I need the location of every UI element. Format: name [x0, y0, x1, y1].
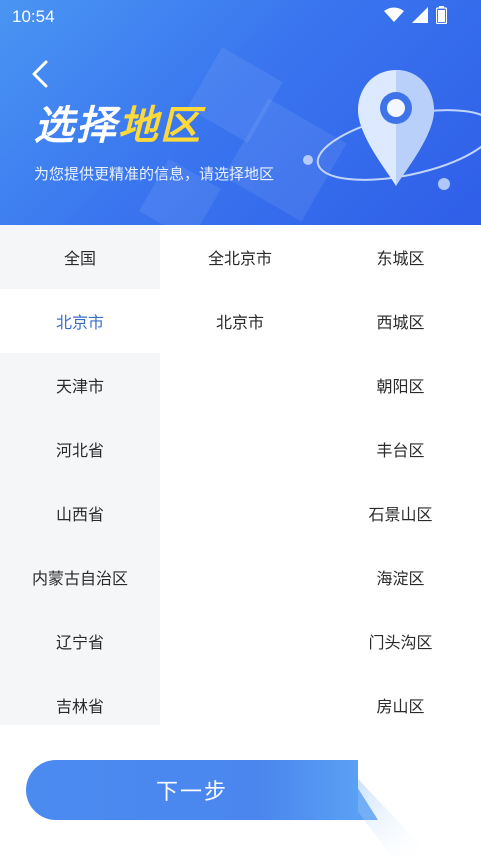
next-button-label: 下一步 [155, 780, 228, 805]
header-banner: 10:54 选择 地区 为您提供更精准的信息，请选择地区 [0, 0, 481, 225]
city-item[interactable]: 全北京市 [160, 225, 320, 289]
province-item[interactable]: 河北省 [0, 417, 160, 481]
district-item[interactable]: 丰台区 [320, 417, 481, 481]
province-list: 全国 北京市 天津市 河北省 山西省 内蒙古自治区 辽宁省 吉林省 [0, 225, 160, 725]
next-button[interactable]: 下一步 [26, 760, 358, 820]
province-item-selected[interactable]: 北京市 [0, 289, 160, 353]
status-bar: 10:54 [0, 0, 481, 34]
location-pin-icon [303, 70, 481, 190]
battery-icon [436, 6, 447, 24]
status-icons [384, 6, 447, 24]
province-item[interactable]: 全国 [0, 225, 160, 289]
district-item[interactable]: 门头沟区 [320, 609, 481, 673]
district-item[interactable]: 西城区 [320, 289, 481, 353]
city-list: 全北京市 北京市 [160, 225, 320, 725]
province-item[interactable]: 山西省 [0, 481, 160, 545]
wifi-icon [384, 7, 404, 22]
district-list: 东城区 西城区 朝阳区 丰台区 石景山区 海淀区 门头沟区 房山区 [320, 225, 481, 725]
city-item[interactable]: 北京市 [160, 289, 320, 353]
page-subtitle: 为您提供更精准的信息，请选择地区 [34, 165, 275, 183]
title-part-white: 选择 [34, 103, 118, 149]
back-arrow-icon[interactable] [28, 58, 54, 90]
title-part-yellow: 地区 [118, 103, 202, 149]
province-item[interactable]: 辽宁省 [0, 609, 160, 673]
signal-icon [412, 7, 428, 23]
province-item[interactable]: 天津市 [0, 353, 160, 417]
district-item[interactable]: 朝阳区 [320, 353, 481, 417]
province-item[interactable]: 内蒙古自治区 [0, 545, 160, 609]
district-item[interactable]: 海淀区 [320, 545, 481, 609]
district-item[interactable]: 石景山区 [320, 481, 481, 545]
page-title: 选择 地区 [34, 100, 202, 152]
district-item[interactable]: 东城区 [320, 225, 481, 289]
status-time: 10:54 [12, 7, 55, 26]
